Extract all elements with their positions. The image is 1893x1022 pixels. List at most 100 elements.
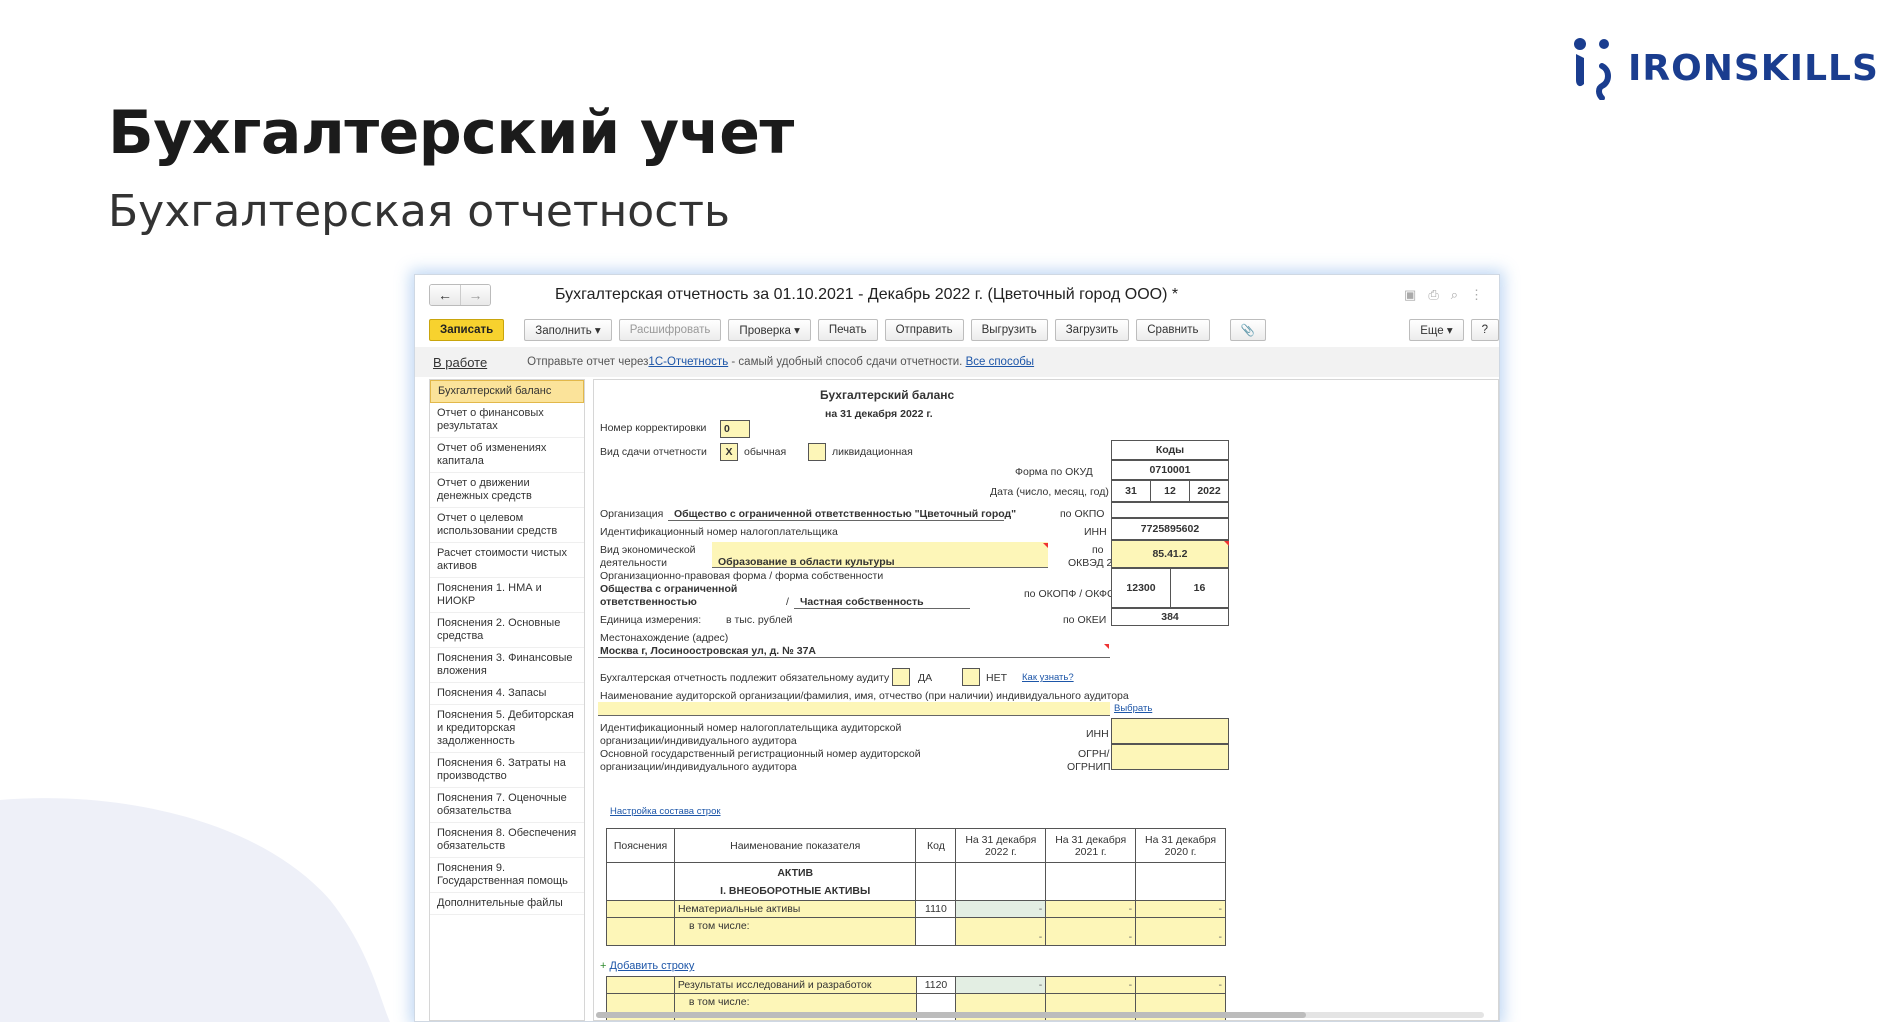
how-to-know-link[interactable]: Как узнать?	[1022, 672, 1074, 683]
print-icon[interactable]: ⎙	[1428, 287, 1438, 303]
org-label: Организация	[600, 508, 664, 520]
sidebar-item-net-assets[interactable]: Расчет стоимости чистых активов	[430, 543, 584, 578]
horizontal-scrollbar[interactable]	[596, 1012, 1484, 1018]
choose-auditor-link[interactable]: Выбрать	[1114, 703, 1152, 714]
add-row-link[interactable]: Добавить строку	[609, 960, 694, 972]
value-cell[interactable]: -	[955, 976, 1047, 994]
slide-title: Бухгалтерский учет	[108, 98, 794, 168]
sidebar-item-financial-results[interactable]: Отчет о финансовых результатах	[430, 403, 584, 438]
send-button[interactable]: Отправить	[884, 319, 964, 341]
rows-setup-link[interactable]: Настройка состава строк	[610, 806, 721, 817]
sidebar-item-target-funds[interactable]: Отчет о целевом использовании средств	[430, 508, 584, 543]
save-button[interactable]: Записать	[429, 319, 505, 341]
column-header: На 31 декабря 2022 г.	[955, 828, 1047, 863]
import-button[interactable]: Загрузить	[1054, 319, 1130, 341]
sidebar-item-notes-9[interactable]: Пояснения 9. Государственная помощь	[430, 858, 584, 893]
arrow-right-icon: →	[468, 287, 483, 303]
inn-label: ИНН	[1084, 526, 1107, 538]
sidebar-item-balance[interactable]: Бухгалтерский баланс	[430, 380, 584, 403]
auditor-field[interactable]	[598, 702, 1110, 716]
table-row: в том числе: - - -	[606, 917, 1226, 946]
okved-label-1: по	[1092, 544, 1104, 556]
save-doc-icon[interactable]: ▣	[1404, 287, 1416, 303]
value-cell[interactable]: -	[955, 900, 1047, 918]
auditor-inn-label-2: организации/индивидуального аудитора	[600, 735, 797, 747]
value-cell[interactable]: -	[1135, 976, 1226, 994]
export-button[interactable]: Выгрузить	[970, 319, 1048, 341]
form-heading: Бухгалтерский баланс	[820, 388, 955, 402]
auditor-ogrn-input[interactable]	[1111, 744, 1229, 770]
auditor-ogrn-short-2: ОГРНИП	[1067, 761, 1111, 773]
date-year: 2022	[1189, 480, 1229, 502]
subsection-title: I. ВНЕОБОРОТНЫЕ АКТИВЫ	[673, 882, 917, 901]
more-menu-icon[interactable]: ⋮	[1470, 287, 1483, 303]
value-cell[interactable]: -	[1045, 917, 1137, 946]
table-row: Результаты исследований и разработок 112…	[606, 976, 1226, 994]
auditor-inn-label-1: Идентификационный номер налогоплательщик…	[600, 722, 902, 734]
row-code: 1120	[915, 976, 957, 994]
correction-label: Номер корректировки	[600, 422, 707, 434]
okud-value: 0710001	[1111, 460, 1229, 480]
audit-no-checkbox[interactable]	[962, 668, 980, 686]
print-button[interactable]: Печать	[817, 319, 878, 341]
org-value: Общество с ограниченной ответственностью…	[674, 508, 1017, 520]
all-methods-link[interactable]: Все способы	[966, 356, 1035, 368]
sidebar-item-notes-8[interactable]: Пояснения 8. Обеспечения обязательств	[430, 823, 584, 858]
correction-input[interactable]: 0	[720, 420, 750, 438]
column-header: Код	[915, 828, 957, 863]
activity-label-2: деятельности	[600, 557, 667, 569]
legal-form-value-1: Общества с ограниченной	[600, 583, 738, 595]
audit-yes-checkbox[interactable]	[892, 668, 910, 686]
sidebar-item-capital-changes[interactable]: Отчет об изменениях капитала	[430, 438, 584, 473]
info-bar: В работе Отправьте отчет через 1С-Отчетн…	[415, 347, 1499, 377]
decode-button[interactable]: Расшифровать	[618, 319, 722, 341]
check-button[interactable]: Проверка ▾	[728, 319, 811, 341]
value-cell[interactable]: -	[1045, 900, 1137, 918]
sidebar-item-notes-3[interactable]: Пояснения 3. Финансовые вложения	[430, 648, 584, 683]
sidebar-item-additional-files[interactable]: Дополнительные файлы	[430, 893, 584, 915]
sidebar-item-notes-4[interactable]: Пояснения 4. Запасы	[430, 683, 584, 705]
back-button[interactable]: ←	[430, 285, 460, 305]
auditor-inn-input[interactable]	[1111, 718, 1229, 744]
auditor-inn-short: ИНН	[1086, 728, 1109, 740]
value-cell[interactable]: -	[955, 917, 1047, 946]
okfs-value: 16	[1170, 568, 1229, 608]
okved-value[interactable]: 85.41.2	[1111, 540, 1229, 568]
scrollbar-thumb[interactable]	[596, 1012, 1307, 1018]
status-link[interactable]: В работе	[433, 355, 487, 370]
balance-table: Пояснения Наименование показателя Код На…	[606, 828, 1226, 946]
1c-reporting-link[interactable]: 1С-Отчетность	[648, 356, 728, 368]
value-cell[interactable]: -	[1045, 976, 1137, 994]
sidebar-item-cash-flow[interactable]: Отчет о движении денежных средств	[430, 473, 584, 508]
compare-button[interactable]: Сравнить	[1136, 319, 1210, 341]
row-name: Результаты исследований и разработок	[673, 976, 917, 994]
value-cell[interactable]: -	[1135, 917, 1226, 946]
unit-label: Единица измерения:	[600, 614, 702, 626]
sidebar-item-notes-2[interactable]: Пояснения 2. Основные средства	[430, 613, 584, 648]
address-label: Местонахождение (адрес)	[600, 632, 729, 644]
window-icons: ▣ ⎙ ⌕ ⋮	[1404, 287, 1483, 303]
okud-label: Форма по ОКУД	[1015, 466, 1093, 478]
audit-label: Бухгалтерская отчетность подлежит обязат…	[600, 672, 890, 684]
search-icon[interactable]: ⌕	[1451, 287, 1458, 303]
add-row-button-1[interactable]: + Добавить строку	[600, 960, 694, 972]
attach-button[interactable]: 📎	[1229, 319, 1266, 341]
ordinary-checkbox[interactable]: X	[720, 443, 738, 461]
help-button[interactable]: ?	[1470, 319, 1499, 341]
liquidation-checkbox[interactable]	[808, 443, 826, 461]
liquidation-label: ликвидационная	[832, 446, 913, 458]
section-row: АКТИВ	[606, 862, 1226, 883]
row-code: 1110	[915, 900, 957, 918]
sidebar-item-notes-5[interactable]: Пояснения 5. Дебиторская и кредиторская …	[430, 705, 584, 753]
sidebar-item-notes-6[interactable]: Пояснения 6. Затраты на производство	[430, 753, 584, 788]
report-type-label: Вид сдачи отчетности	[600, 446, 707, 458]
forward-button[interactable]: →	[460, 285, 490, 305]
legal-form-value-2: ответственностью	[600, 596, 697, 608]
more-button[interactable]: Еще ▾	[1409, 319, 1464, 341]
sidebar-item-notes-7[interactable]: Пояснения 7. Оценочные обязательства	[430, 788, 584, 823]
fill-button[interactable]: Заполнить ▾	[524, 319, 612, 341]
inn-value: 7725895602	[1111, 518, 1229, 540]
value-cell[interactable]: -	[1135, 900, 1226, 918]
ordinary-label: обычная	[744, 446, 787, 458]
sidebar-item-notes-1[interactable]: Пояснения 1. НМА и НИОКР	[430, 578, 584, 613]
